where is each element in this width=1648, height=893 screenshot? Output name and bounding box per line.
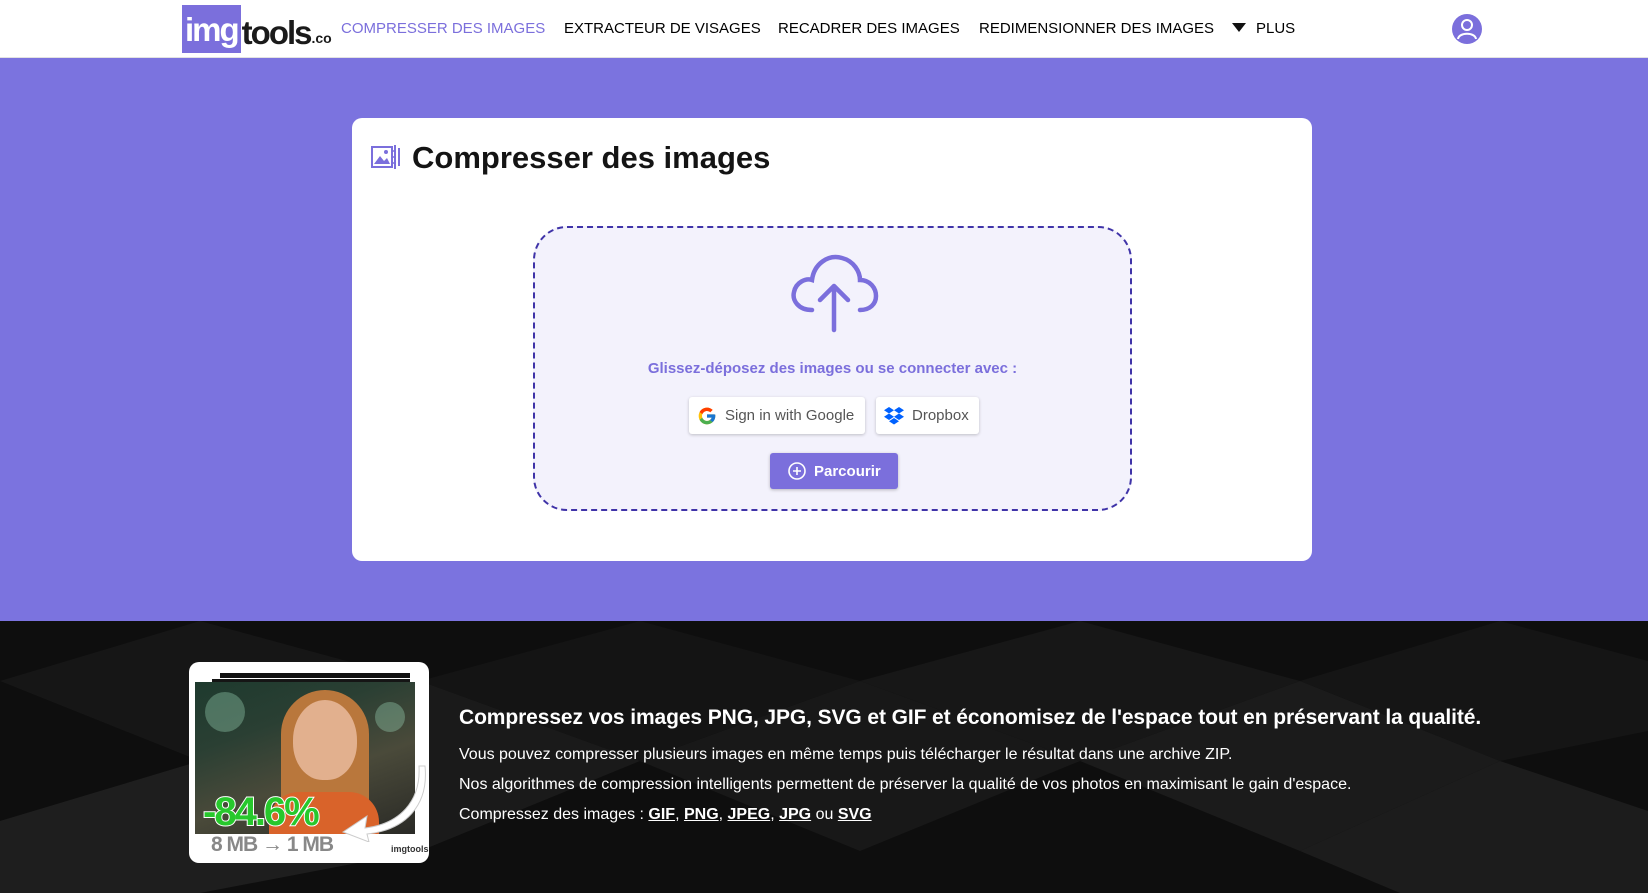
- browse-button[interactable]: Parcourir: [770, 453, 898, 489]
- user-account-button[interactable]: [1452, 14, 1482, 44]
- google-icon: [698, 407, 716, 424]
- format-link-gif[interactable]: GIF: [648, 806, 675, 823]
- dropzone-instruction: Glissez-déposez des images ou se connect…: [647, 360, 1018, 377]
- promo-description: Compressez vos images PNG, JPG, SVG et G…: [459, 706, 1559, 830]
- page-title: Compresser des images: [412, 140, 771, 175]
- promo-line-algorithms: Nos algorithmes de compression intellige…: [459, 776, 1352, 793]
- compression-sizes: 8 MB → 1 MB: [211, 833, 334, 856]
- format-link-png[interactable]: PNG: [684, 806, 719, 823]
- compress-images-icon: [371, 145, 400, 169]
- browse-label: Parcourir: [814, 462, 881, 480]
- dropbox-label: Dropbox: [912, 407, 969, 424]
- dropbox-button[interactable]: Dropbox: [876, 397, 979, 434]
- nav-more-menu[interactable]: PLUS: [1232, 20, 1295, 37]
- image-dropzone[interactable]: Glissez-déposez des images ou se connect…: [533, 226, 1132, 511]
- nav-resize-images[interactable]: REDIMENSIONNER DES IMAGES: [979, 20, 1214, 37]
- compression-percent: -84.6%: [202, 789, 321, 835]
- promo-logo: imgtools.co: [391, 844, 429, 854]
- format-link-jpeg[interactable]: JPEG: [728, 806, 771, 823]
- nav-face-extractor[interactable]: EXTRACTEUR DE VISAGES: [564, 20, 761, 37]
- logo-tools-text: tools: [241, 14, 313, 51]
- user-icon: [1457, 19, 1477, 40]
- formats-prefix: Compressez des images :: [459, 806, 649, 823]
- caret-down-icon: [1232, 23, 1246, 32]
- promo-section: -84.6% 8 MB → 1 MB imgtools.co Compresse…: [0, 621, 1648, 893]
- compress-card: Compresser des images Glissez-déposez de…: [352, 118, 1312, 561]
- format-link-svg[interactable]: SVG: [838, 806, 872, 823]
- separator: ,: [770, 806, 780, 823]
- promo-line-zip: Vous pouvez compresser plusieurs images …: [459, 746, 1233, 763]
- separator: ou: [811, 806, 838, 823]
- google-signin-button[interactable]: Sign in with Google: [689, 397, 865, 434]
- separator: ,: [718, 806, 728, 823]
- plus-circle-icon: [788, 462, 806, 480]
- cloud-upload-icon: [791, 254, 879, 333]
- separator: ,: [675, 806, 684, 823]
- nav-crop-images[interactable]: RECADRER DES IMAGES: [778, 20, 960, 37]
- logo-co-text: .co: [311, 30, 332, 46]
- format-link-jpg[interactable]: JPG: [779, 806, 811, 823]
- dropbox-icon: [884, 406, 904, 424]
- promo-heading: Compressez vos images PNG, JPG, SVG et G…: [459, 706, 1482, 729]
- logo-img-text: img: [182, 5, 241, 53]
- arrow-icon: [341, 765, 426, 842]
- promo-image: -84.6% 8 MB → 1 MB imgtools.co: [189, 662, 429, 863]
- nav-compress-images[interactable]: COMPRESSER DES IMAGES: [341, 20, 545, 37]
- top-navbar: img tools .co COMPRESSER DES IMAGES EXTRAC…: [0, 0, 1648, 58]
- promo-formats-line: Compressez des images : GIF, PNG, JPEG, …: [459, 800, 1559, 830]
- nav-more-label: PLUS: [1256, 20, 1296, 37]
- imgtools-logo[interactable]: img tools .co: [182, 5, 332, 53]
- google-signin-label: Sign in with Google: [725, 407, 855, 424]
